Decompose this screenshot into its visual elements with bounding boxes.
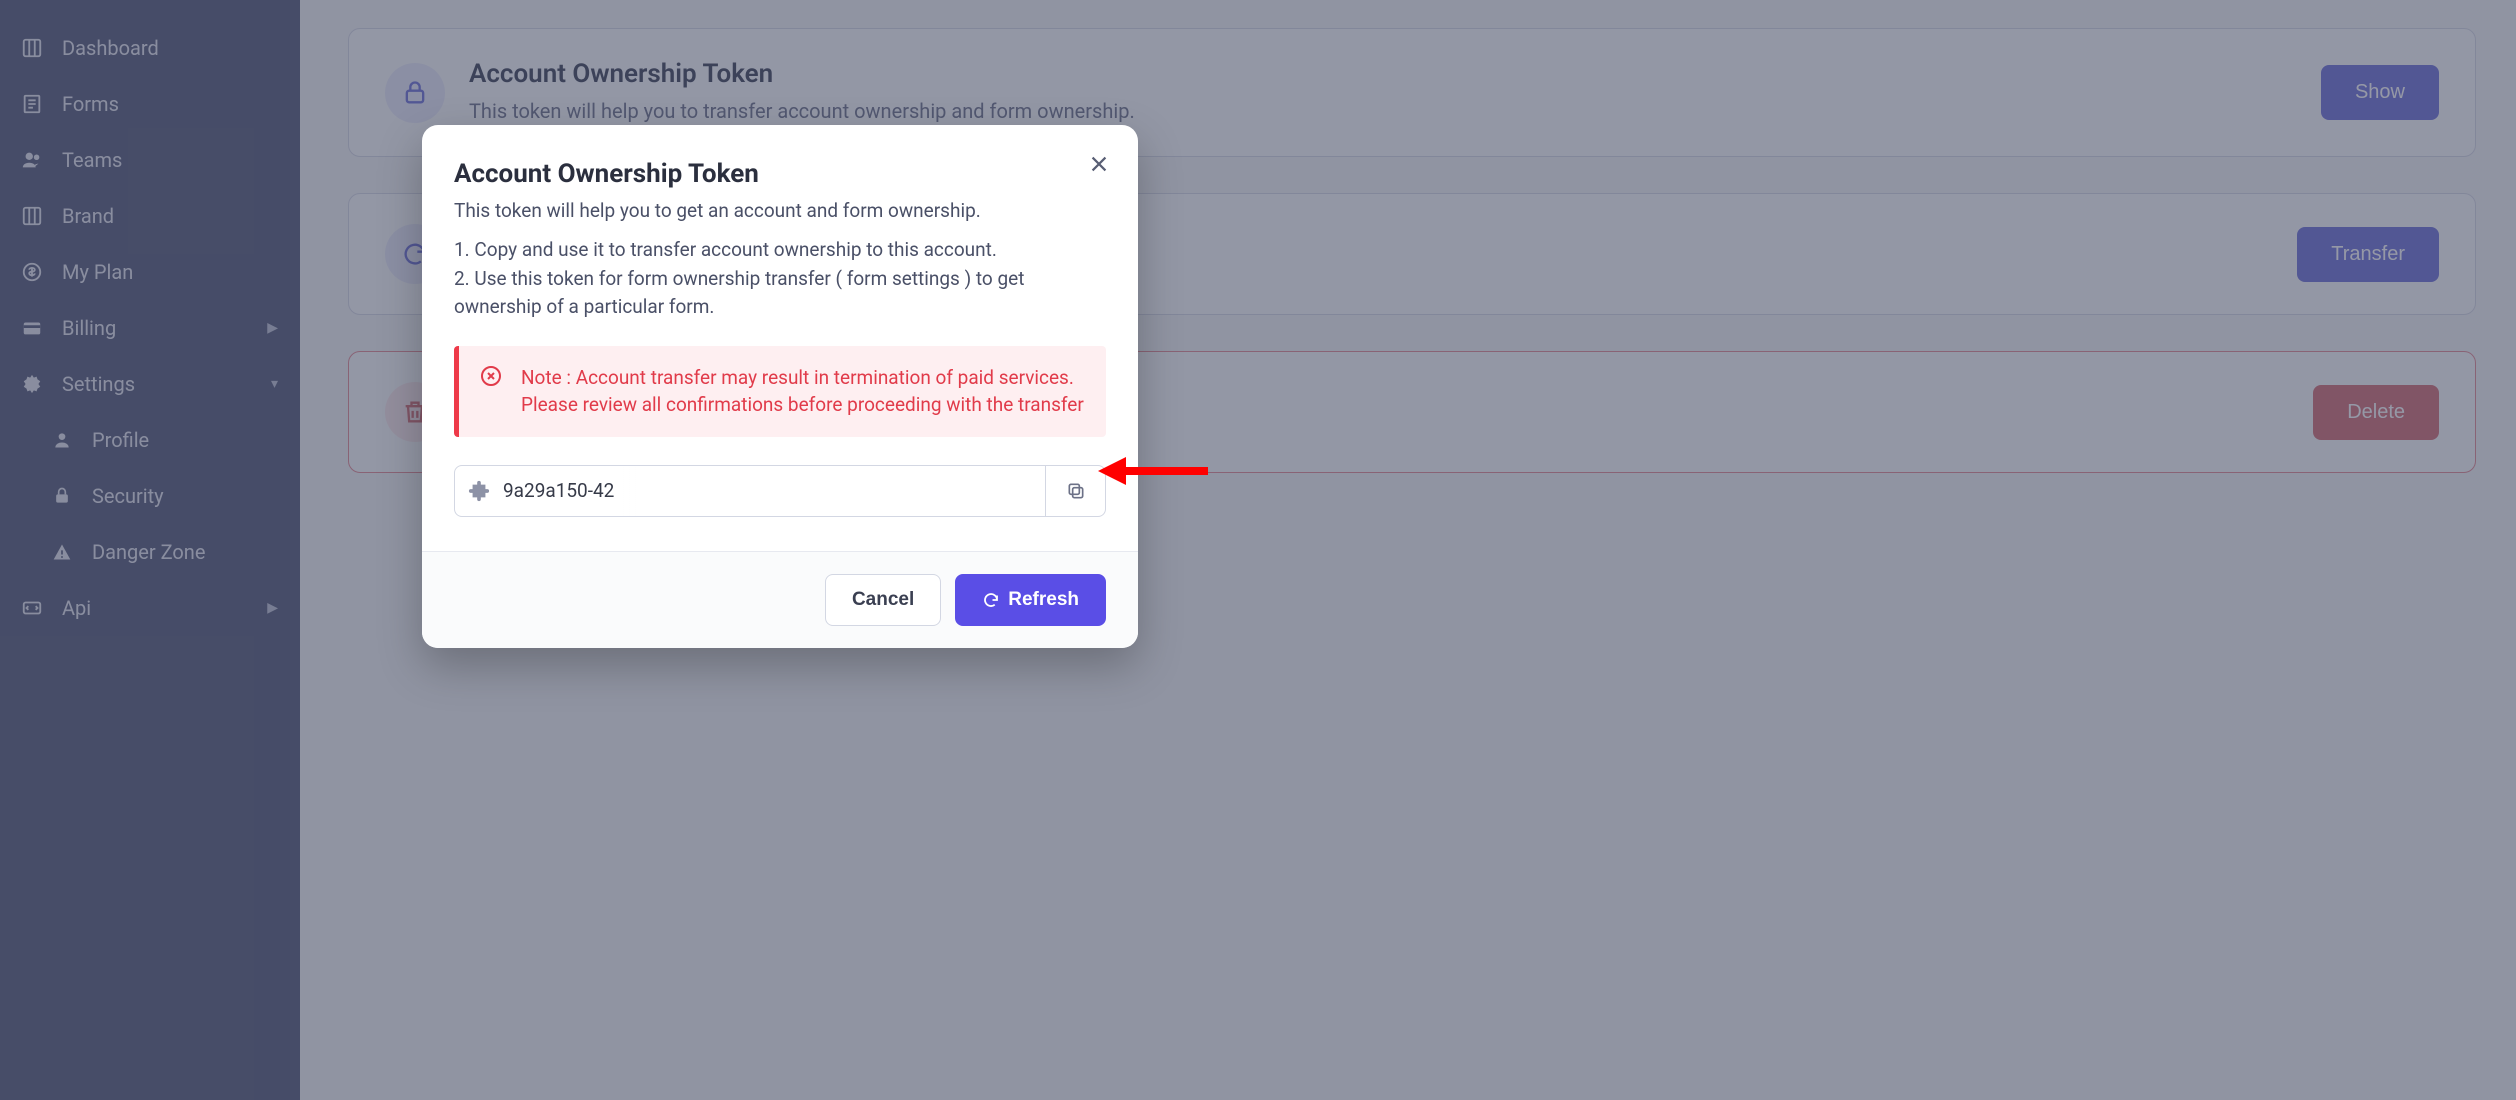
modal-instructions: 1. Copy and use it to transfer account o… [454, 236, 1106, 322]
modal-footer: Cancel Refresh [422, 551, 1138, 648]
token-field: 9a29a150-42 [454, 465, 1106, 517]
refresh-button-label: Refresh [1008, 589, 1079, 611]
warning-note: Note : Account transfer may result in te… [454, 346, 1106, 437]
refresh-button[interactable]: Refresh [955, 574, 1106, 626]
warning-text: Note : Account transfer may result in te… [521, 364, 1086, 419]
error-circle-icon [479, 364, 503, 388]
ownership-token-modal: Account Ownership Token This token will … [422, 125, 1138, 648]
close-button[interactable] [1082, 147, 1116, 181]
modal-overlay[interactable] [0, 0, 2516, 1100]
copy-button[interactable] [1045, 466, 1105, 516]
token-value: 9a29a150-42 [503, 466, 1045, 516]
puzzle-icon [455, 466, 503, 516]
token-blur-mask [623, 466, 1045, 516]
modal-step-1: 1. Copy and use it to transfer account o… [454, 236, 1106, 265]
modal-title: Account Ownership Token [454, 159, 1106, 189]
modal-step-2: 2. Use this token for form ownership tra… [454, 265, 1106, 322]
modal-subtitle: This token will help you to get an accou… [454, 199, 1106, 222]
refresh-icon [982, 591, 1000, 609]
cancel-button[interactable]: Cancel [825, 574, 941, 626]
